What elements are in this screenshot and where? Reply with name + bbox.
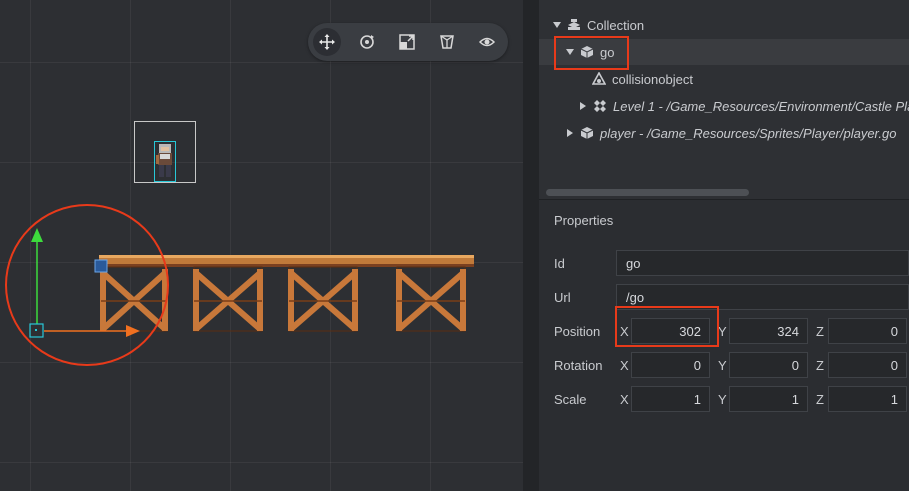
rotation-x-field[interactable]: 0 [631,352,710,378]
id-label: Id [554,256,565,271]
position-label: Position [554,324,601,339]
scene-viewport[interactable] [0,0,523,491]
id-field[interactable]: go [616,250,909,276]
outline-item-label: collisionobject [612,71,693,87]
scale-label: Scale [554,392,587,407]
outline-item-label: Level 1 - /Game_Resources/Environment/Ca… [613,98,909,114]
collisionobject-icon [592,72,606,85]
rotation-y-label: Y [718,358,727,373]
gizmo-highlight-circle [5,204,169,366]
chevron-right-icon[interactable] [579,102,587,110]
position-z-label: Z [816,324,824,339]
scale-y-field[interactable]: 1 [729,386,808,412]
outline-item-player[interactable]: player - /Game_Resources/Sprites/Player/… [566,120,896,146]
properties-panel [539,200,909,491]
collection-icon [568,19,580,30]
properties-title: Properties [554,213,614,228]
outline-item-collection[interactable]: Collection [553,12,644,38]
rotation-x-label: X [620,358,629,373]
position-y-field[interactable]: 324 [729,318,808,344]
tilemap-icon [594,100,606,112]
outline-item-label: Collection [587,17,645,33]
scale-x-field[interactable]: 1 [631,386,710,412]
rotation-label: Rotation [554,358,603,373]
rotation-z-label: Z [816,358,824,373]
gameobject-icon [580,127,594,139]
chevron-down-icon[interactable] [553,21,561,29]
outline-item-collisionobject[interactable]: collisionobject [592,66,693,92]
position-z-field[interactable]: 0 [828,318,907,344]
outline-item-level1[interactable]: Level 1 - /Game_Resources/Environment/Ca… [579,93,909,119]
chevron-right-icon[interactable] [566,129,574,137]
selection-highlight-box [554,36,629,70]
rotation-y-field[interactable]: 0 [729,352,808,378]
position-y-label: Y [718,324,727,339]
outline-item-label: player - /Game_Resources/Sprites/Player/… [600,125,897,141]
url-label: Url [554,290,571,305]
scale-z-field[interactable]: 1 [828,386,907,412]
scale-x-label: X [620,392,629,407]
scale-z-label: Z [816,392,824,407]
panel-divider[interactable] [523,0,539,491]
outline-horizontal-scrollbar[interactable] [546,189,749,196]
rotation-z-field[interactable]: 0 [828,352,907,378]
position-highlight-box [615,306,719,347]
scale-y-label: Y [718,392,727,407]
